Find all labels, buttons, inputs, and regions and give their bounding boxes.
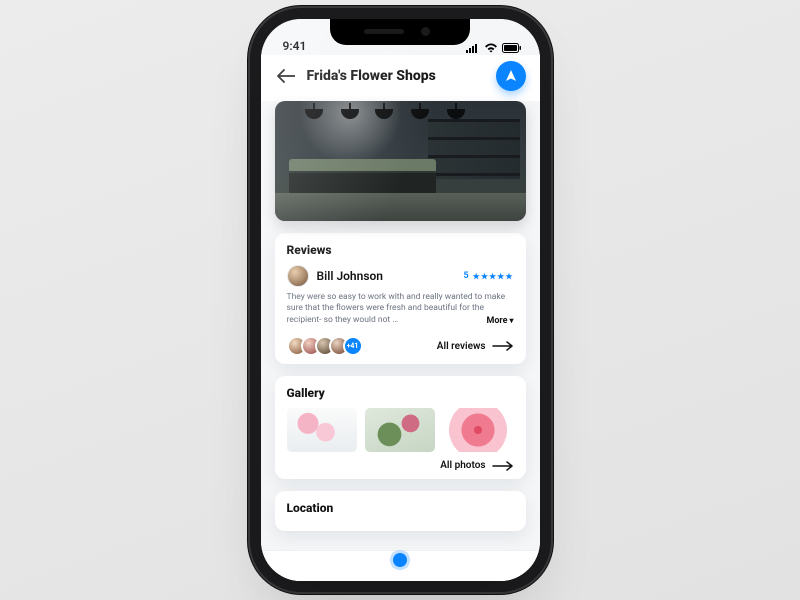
phone-frame: 9:41 Frida's Flower Shops — [261, 19, 540, 581]
nav-indicator — [393, 553, 407, 567]
review-rating: 5 ★★★★★ — [463, 271, 513, 281]
directions-button[interactable] — [496, 61, 526, 91]
more-reviewers-badge: +41 — [343, 336, 363, 356]
all-photos-link[interactable]: All photos — [440, 460, 513, 471]
gallery-thumbnails — [287, 408, 514, 452]
battery-icon — [502, 43, 522, 53]
review-body: They were so easy to work with and reall… — [287, 292, 514, 326]
gallery-thumb[interactable] — [365, 408, 435, 452]
gallery-thumb[interactable] — [443, 408, 513, 452]
location-card: Location — [275, 491, 526, 531]
back-button[interactable] — [275, 65, 297, 87]
featured-review-header: Bill Johnson 5 ★★★★★ — [287, 265, 514, 287]
bottom-nav[interactable] — [261, 550, 540, 581]
all-reviews-label: All reviews — [437, 341, 486, 352]
expand-review-button[interactable]: More — [486, 315, 513, 327]
rating-value: 5 — [463, 271, 468, 281]
arrow-right-icon — [492, 461, 514, 471]
all-photos-label: All photos — [440, 460, 485, 471]
rating-stars-icon: ★★★★★ — [473, 272, 514, 281]
gallery-heading: Gallery — [287, 386, 514, 400]
page-title: Frida's Flower Shops — [307, 68, 486, 84]
cellular-icon — [466, 43, 480, 53]
gallery-thumb[interactable] — [287, 408, 357, 452]
arrow-right-icon — [492, 341, 514, 351]
page-header: Frida's Flower Shops — [261, 55, 540, 101]
reviewer-avatar[interactable] — [287, 265, 309, 287]
shop-cover-image[interactable] — [275, 101, 526, 221]
status-time: 9:41 — [283, 39, 307, 53]
all-reviews-link[interactable]: All reviews — [437, 341, 514, 352]
device-notch — [330, 19, 470, 45]
arrow-left-icon — [277, 69, 295, 83]
wifi-icon — [484, 43, 498, 53]
location-heading: Location — [287, 501, 514, 515]
gallery-card: Gallery All photos — [275, 376, 526, 479]
reviews-heading: Reviews — [287, 243, 514, 257]
reviewer-avatars-stack[interactable]: +41 — [287, 336, 363, 356]
navigation-icon — [504, 69, 518, 83]
screen: 9:41 Frida's Flower Shops — [261, 19, 540, 581]
reviews-card: Reviews Bill Johnson 5 ★★★★★ They were s… — [275, 233, 526, 364]
review-text: They were so easy to work with and reall… — [287, 292, 506, 325]
reviewer-name: Bill Johnson — [317, 269, 456, 283]
